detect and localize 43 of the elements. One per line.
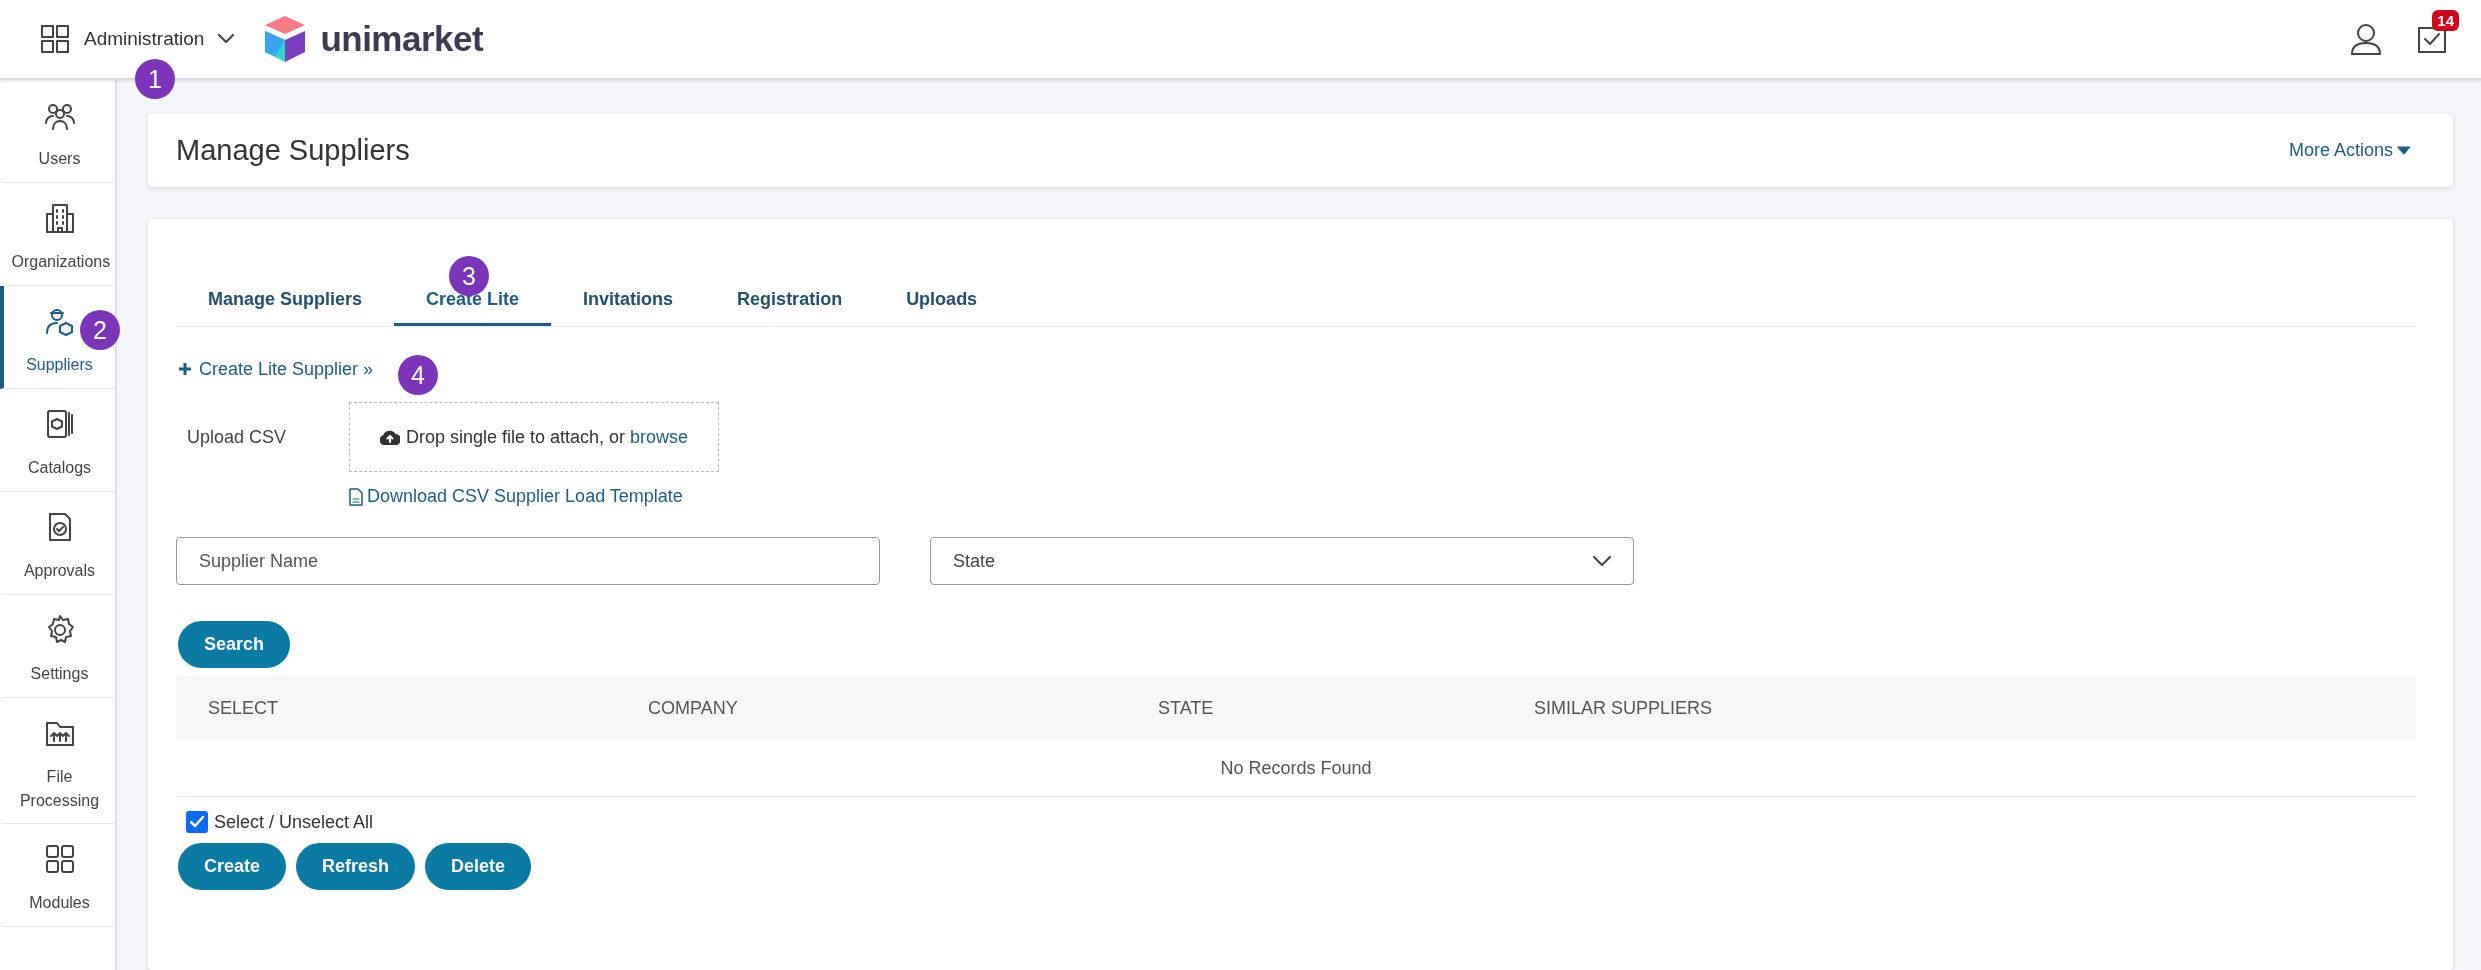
drop-instructions: Drop single file to attach, or browse — [405, 426, 689, 448]
action-button[interactable]: Delete — [425, 843, 532, 890]
page-title: Manage Suppliers — [176, 133, 411, 167]
user-icon — [2349, 22, 2383, 56]
notification-count: 14 — [2432, 10, 2459, 31]
action-button[interactable]: Create — [178, 843, 287, 890]
chevron-down-icon — [218, 34, 235, 44]
building-icon — [43, 202, 76, 235]
column-header: STATE — [1157, 697, 1215, 719]
step-number-marker: 1 — [135, 59, 175, 99]
grid-icon — [40, 24, 70, 54]
plus-icon — [178, 362, 192, 376]
tasks-button[interactable] — [2417, 24, 2447, 54]
tab[interactable]: Uploads — [874, 275, 1010, 326]
column-header: COMPANY — [647, 697, 739, 719]
select-all-checkbox[interactable] — [186, 811, 208, 833]
upload-label: Upload CSV — [186, 426, 288, 448]
file-drop-zone[interactable]: Drop single file to attach, or browse — [349, 402, 719, 472]
tab[interactable]: Registration — [705, 275, 875, 326]
logo[interactable]: unimarket — [264, 16, 484, 62]
more-actions-button[interactable]: More Actions — [2288, 139, 2411, 161]
caret-down-icon — [2397, 145, 2411, 155]
cloud-upload-icon — [379, 429, 400, 445]
browse-link[interactable]: browse — [630, 426, 689, 447]
tab[interactable]: Manage Suppliers — [176, 275, 395, 326]
chevron-down-icon — [1593, 555, 1611, 567]
search-button[interactable]: Search — [178, 621, 291, 668]
state-dropdown[interactable]: State — [930, 537, 1634, 585]
column-header: SELECT — [207, 697, 280, 719]
app-switcher[interactable]: Administration — [84, 28, 235, 50]
user-profile-button[interactable] — [2349, 22, 2383, 56]
checkbox-tick-icon — [2417, 24, 2447, 54]
grid-icon — [43, 843, 76, 876]
tab[interactable]: Invitations — [551, 275, 706, 326]
download-template-link[interactable]: Download CSV Supplier Load Template — [349, 486, 719, 507]
csv-file-icon — [349, 487, 363, 506]
supplier-name-field[interactable]: Supplier Name — [176, 537, 880, 585]
column-header: SIMILAR SUPPLIERS — [1533, 697, 1714, 719]
action-button[interactable]: Refresh — [296, 843, 416, 890]
create-lite-supplier-link[interactable]: Create Lite Supplier » — [178, 358, 374, 380]
checkmark-icon — [190, 816, 204, 828]
empty-table-message: No Records Found — [1220, 757, 1372, 779]
select-all-label: Select / Unselect All — [214, 811, 374, 833]
